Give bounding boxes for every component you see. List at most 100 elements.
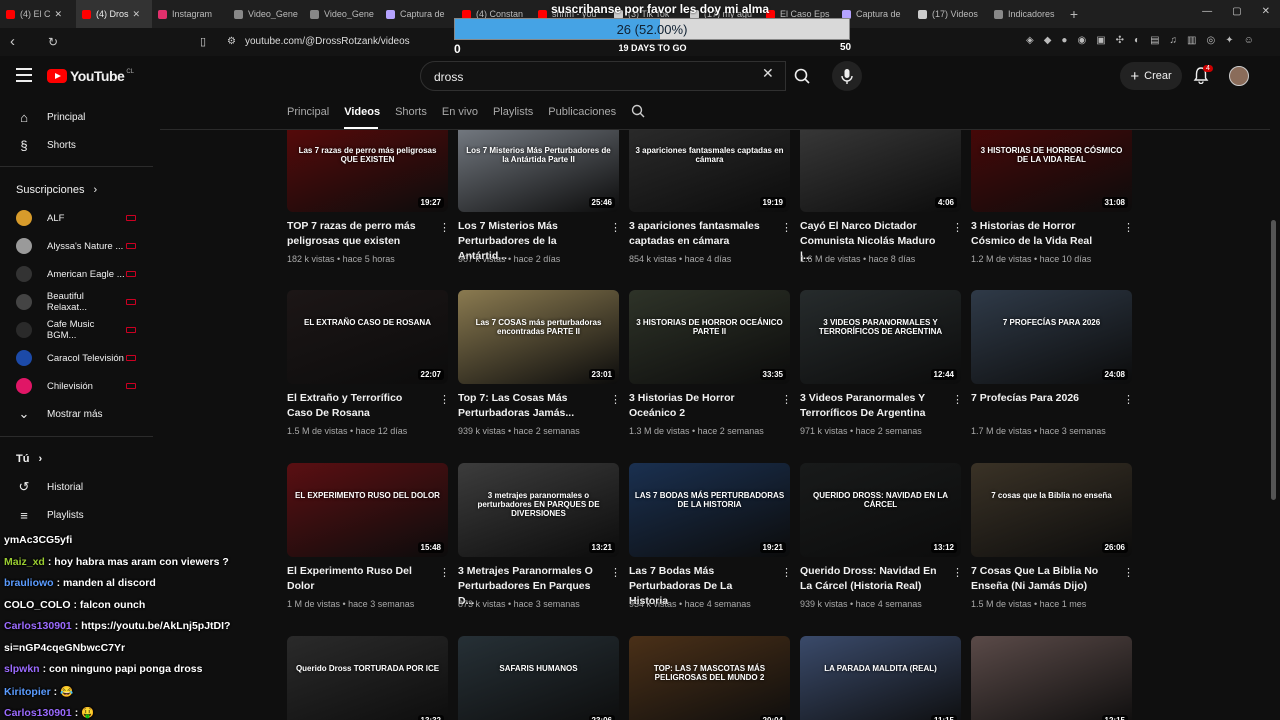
- tab-principal[interactable]: Principal: [287, 106, 329, 118]
- browser-tab[interactable]: Indicadores: [988, 0, 1064, 28]
- video-thumbnail[interactable]: 3 metrajes paranormales o perturbadores …: [458, 463, 619, 557]
- video-thumbnail[interactable]: 3 VIDEOS PARANORMALES Y TERRORÍFICOS DE …: [800, 290, 961, 384]
- more-options-icon[interactable]: ⋮: [1123, 393, 1134, 406]
- puzzle-icon[interactable]: ✣: [1116, 35, 1124, 46]
- more-options-icon[interactable]: ⋮: [952, 566, 963, 579]
- voice-search-button[interactable]: [832, 61, 862, 91]
- extension-icon[interactable]: ●: [1061, 35, 1067, 46]
- tab-shorts[interactable]: Shorts: [395, 106, 427, 118]
- thumbnail-text: Las 7 razas de perro más peligrosas QUE …: [298, 146, 437, 165]
- video-thumbnail[interactable]: Las 7 razas de perro más peligrosas QUE …: [287, 130, 448, 212]
- extension-icon[interactable]: ◆: [1044, 35, 1052, 46]
- sidebar-icon[interactable]: ▥: [1187, 35, 1196, 46]
- youtube-logo[interactable]: YouTube CL: [47, 68, 134, 84]
- extension-icon[interactable]: ✦: [1225, 35, 1233, 46]
- extension-icon[interactable]: ▣: [1096, 35, 1105, 46]
- video-thumbnail[interactable]: QUERIDO DROSS: NAVIDAD EN LA CÁRCEL 13:12: [800, 463, 961, 557]
- maximize-icon[interactable]: ▢: [1232, 6, 1241, 17]
- video-thumbnail[interactable]: LAS 7 BODAS MÁS PERTURBADORAS DE LA HIST…: [629, 463, 790, 557]
- browser-tab[interactable]: (17) Videos: [912, 0, 988, 28]
- tab-publicaciones[interactable]: Publicaciones: [548, 106, 616, 118]
- video-title[interactable]: 7 Profecías Para 2026: [971, 391, 1113, 406]
- extension-icon[interactable]: ▤: [1150, 35, 1159, 46]
- video-thumbnail[interactable]: 12:15: [971, 636, 1132, 720]
- video-thumbnail[interactable]: Las 7 COSAS más perturbadoras encontrada…: [458, 290, 619, 384]
- thumbnail-text: LAS 7 BODAS MÁS PERTURBADORAS DE LA HIST…: [634, 491, 785, 510]
- browser-tab[interactable]: Video_Gene: [228, 0, 304, 28]
- more-options-icon[interactable]: ⋮: [952, 393, 963, 406]
- video-title[interactable]: Top 7: Las Cosas Más Perturbadoras Jamás…: [458, 391, 600, 421]
- scrollbar[interactable]: [1271, 220, 1276, 500]
- video-thumbnail[interactable]: 3 HISTORIAS DE HORROR CÓSMICO DE LA VIDA…: [971, 130, 1132, 212]
- reload-icon[interactable]: ↻: [48, 35, 58, 49]
- bookmark-icon[interactable]: ▯: [200, 35, 206, 48]
- more-options-icon[interactable]: ⋮: [610, 393, 621, 406]
- profile-icon[interactable]: ◎: [1206, 35, 1215, 46]
- extension-icon[interactable]: ◉: [1077, 35, 1086, 46]
- video-thumbnail[interactable]: EL EXTRAÑO CASO DE ROSANA 22:07: [287, 290, 448, 384]
- video-thumbnail[interactable]: 7 cosas que la Biblia no enseña 26:06: [971, 463, 1132, 557]
- video-title[interactable]: El Extraño y Terrorífico Caso De Rosana: [287, 391, 429, 421]
- more-options-icon[interactable]: ⋮: [781, 393, 792, 406]
- url-field[interactable]: youtube.com/@DrossRotzank/videos: [245, 36, 410, 47]
- video-thumbnail[interactable]: Los 7 Misterios Más Perturbadores de la …: [458, 130, 619, 212]
- video-thumbnail[interactable]: EL EXPERIMENTO RUSO DEL DOLOR 15:48: [287, 463, 448, 557]
- video-title[interactable]: 3 Historias De Horror Oceánico 2: [629, 391, 771, 421]
- clear-search-icon[interactable]: ✕: [762, 65, 774, 82]
- more-options-icon[interactable]: ⋮: [610, 566, 621, 579]
- close-tab-icon[interactable]: ✕: [133, 9, 141, 20]
- account-avatar[interactable]: [1229, 66, 1249, 86]
- more-options-icon[interactable]: ⋮: [610, 221, 621, 234]
- video-thumbnail[interactable]: 7 PROFECÍAS PARA 2026 24:08: [971, 290, 1132, 384]
- video-title[interactable]: 7 Cosas Que La Biblia No Enseña (Ni Jamá…: [971, 564, 1113, 594]
- video-title[interactable]: Querido Dross: Navidad En La Cárcel (His…: [800, 564, 942, 594]
- tab-videos[interactable]: Videos: [344, 106, 380, 118]
- more-options-icon[interactable]: ⋮: [781, 566, 792, 579]
- more-options-icon[interactable]: ⋮: [439, 393, 450, 406]
- hamburger-menu-icon[interactable]: [16, 68, 32, 82]
- video-thumbnail[interactable]: 4:06: [800, 130, 961, 212]
- back-icon[interactable]: ‹: [10, 33, 15, 50]
- close-tab-icon[interactable]: ✕: [55, 9, 63, 20]
- browser-tab[interactable]: Captura de: [380, 0, 456, 28]
- tab-en-vivo[interactable]: En vivo: [442, 106, 478, 118]
- music-icon[interactable]: ♫: [1170, 35, 1178, 46]
- more-options-icon[interactable]: ⋮: [952, 221, 963, 234]
- video-thumbnail[interactable]: TOP: LAS 7 MASCOTAS MÁS PELIGROSAS DEL M…: [629, 636, 790, 720]
- search-button[interactable]: [786, 61, 818, 91]
- browser-tab[interactable]: Video_Gene: [304, 0, 380, 28]
- video-meta: 939 k vistas • hace 2 semanas: [458, 426, 580, 436]
- translate-icon[interactable]: ◈: [1026, 35, 1034, 46]
- video-thumbnail[interactable]: LA PARADA MALDITA (REAL) 11:15: [800, 636, 961, 720]
- more-options-icon[interactable]: ⋮: [1123, 566, 1134, 579]
- minimize-icon[interactable]: —: [1202, 6, 1212, 17]
- extension-icon[interactable]: ☺: [1244, 35, 1254, 46]
- video-thumbnail[interactable]: SAFARIS HUMANOS 23:06: [458, 636, 619, 720]
- video-thumbnail[interactable]: 3 apariciones fantasmales captadas en cá…: [629, 130, 790, 212]
- browser-tab[interactable]: (4) Dros ✕: [76, 0, 152, 28]
- browser-tab[interactable]: (4) El C ✕: [0, 0, 76, 28]
- video-title[interactable]: 3 Videos Paranormales Y Terroríficos De …: [800, 391, 942, 421]
- extension-icon[interactable]: ◐: [1134, 35, 1140, 46]
- site-info-icon[interactable]: ⚙: [227, 36, 236, 47]
- more-options-icon[interactable]: ⋮: [439, 566, 450, 579]
- new-tab-button[interactable]: +: [1064, 6, 1084, 22]
- more-options-icon[interactable]: ⋮: [1123, 221, 1134, 234]
- video-thumbnail[interactable]: 3 HISTORIAS DE HORROR OCEÁNICO PARTE II 3…: [629, 290, 790, 384]
- duration-badge: 20:04: [759, 715, 786, 720]
- video-title[interactable]: 3 apariciones fantasmales captadas en cá…: [629, 219, 771, 249]
- more-options-icon[interactable]: ⋮: [439, 221, 450, 234]
- video-thumbnail[interactable]: Querido Dross TORTURADA POR ICE 13:32: [287, 636, 448, 720]
- sidebar-item-home[interactable]: ⌂ Principal: [0, 103, 153, 131]
- create-button[interactable]: + Crear: [1120, 62, 1182, 90]
- browser-tab[interactable]: Instagram: [152, 0, 228, 28]
- video-title[interactable]: 3 Historias de Horror Cósmico de la Vida…: [971, 219, 1113, 249]
- tab-playlists[interactable]: Playlists: [493, 106, 533, 118]
- close-window-icon[interactable]: ✕: [1262, 6, 1270, 17]
- search-input[interactable]: dross: [420, 61, 786, 91]
- channel-search-icon[interactable]: [631, 104, 645, 121]
- chat-username: Carlos130901: [4, 620, 72, 632]
- video-title[interactable]: El Experimento Ruso Del Dolor: [287, 564, 429, 594]
- more-options-icon[interactable]: ⋮: [781, 221, 792, 234]
- video-title[interactable]: TOP 7 razas de perro más peligrosas que …: [287, 219, 429, 249]
